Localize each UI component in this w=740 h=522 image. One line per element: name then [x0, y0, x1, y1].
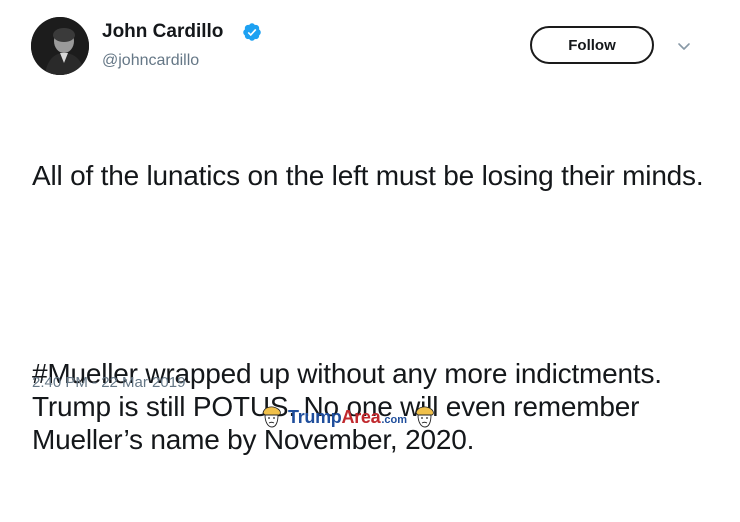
watermark-brand-suffix: .com — [381, 413, 408, 426]
watermark-brand-trump: Trump — [288, 406, 342, 427]
watermark: Trump Area .com — [258, 404, 437, 430]
watermark-brand-area: Area — [341, 406, 381, 427]
chevron-down-icon[interactable] — [676, 38, 692, 54]
tweet-text: All of the lunatics on the left must be … — [32, 93, 712, 522]
avatar[interactable] — [31, 17, 89, 75]
avatar-photo — [31, 17, 89, 75]
tweet-paragraph: All of the lunatics on the left must be … — [32, 160, 704, 191]
trump-caricature-icon — [415, 406, 434, 428]
author-name[interactable]: John Cardillo — [102, 20, 223, 44]
tweet-card: John Cardillo @johncardillo Follow All o… — [0, 0, 740, 455]
watermark-logo-text: Trump Area .com — [288, 407, 407, 428]
tweet-timestamp[interactable]: 2:40 PM - 22 Mar 2019 — [32, 374, 185, 392]
verified-badge-icon — [243, 23, 261, 41]
trump-caricature-icon — [262, 406, 281, 428]
follow-button[interactable]: Follow — [530, 26, 654, 64]
author-handle[interactable]: @johncardillo — [102, 51, 199, 71]
